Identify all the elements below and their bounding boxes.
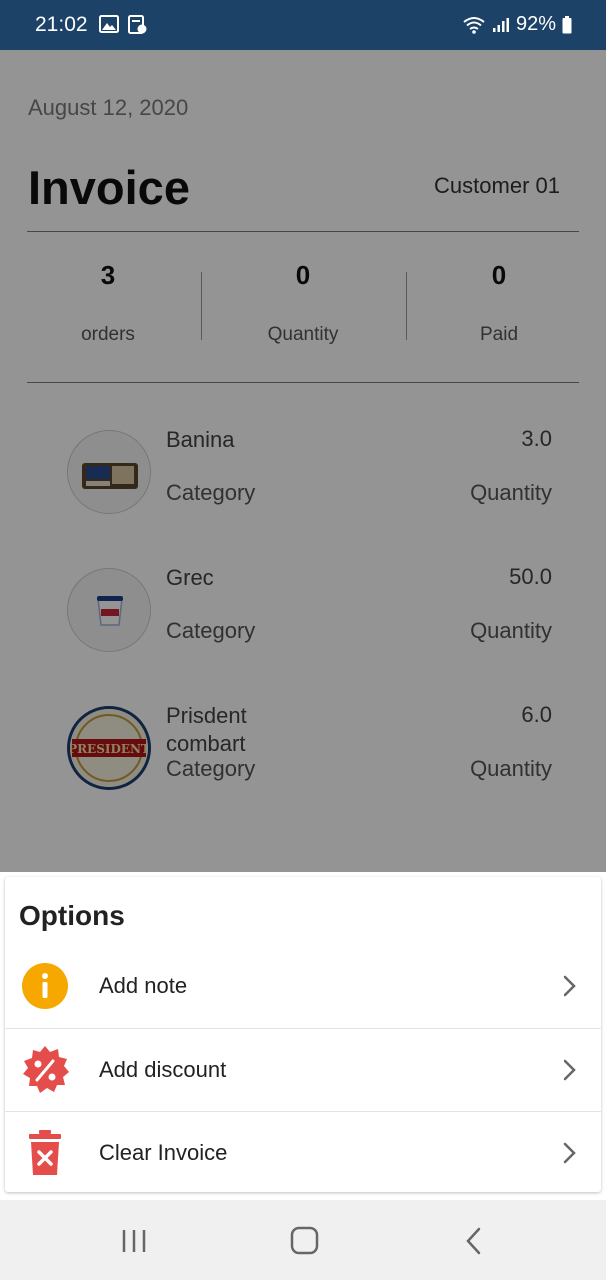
add-note-option[interactable]: Add note <box>5 945 601 1027</box>
chevron-right-icon <box>563 1059 576 1081</box>
modal-scrim[interactable] <box>0 50 606 872</box>
add-discount-option[interactable]: Add discount <box>5 1028 601 1110</box>
option-label: Add discount <box>99 1057 227 1082</box>
signal-icon <box>492 17 509 32</box>
system-navigation-bar <box>0 1200 606 1280</box>
chevron-right-icon <box>563 1142 576 1164</box>
status-bar: 21:02 92% <box>0 0 606 50</box>
home-button[interactable] <box>284 1224 324 1258</box>
status-time: 21:02 <box>35 13 88 36</box>
notification-app-icon <box>128 15 147 34</box>
discount-icon <box>23 1046 69 1093</box>
battery-percent: 92% <box>515 13 556 35</box>
battery-icon <box>562 15 572 33</box>
gallery-icon <box>99 15 119 33</box>
chevron-right-icon <box>563 975 576 997</box>
option-label: Clear Invoice <box>99 1140 228 1165</box>
info-icon <box>22 963 68 1009</box>
option-label: Add note <box>99 973 188 998</box>
recent-apps-button[interactable] <box>115 1224 155 1258</box>
trash-icon <box>29 1130 61 1175</box>
options-sheet: Options Add note Add discount Clear Invo… <box>5 877 601 1192</box>
back-button[interactable] <box>455 1224 495 1258</box>
clear-invoice-option[interactable]: Clear Invoice <box>5 1111 601 1193</box>
wifi-icon <box>463 16 485 34</box>
sheet-title: Options <box>19 900 125 931</box>
